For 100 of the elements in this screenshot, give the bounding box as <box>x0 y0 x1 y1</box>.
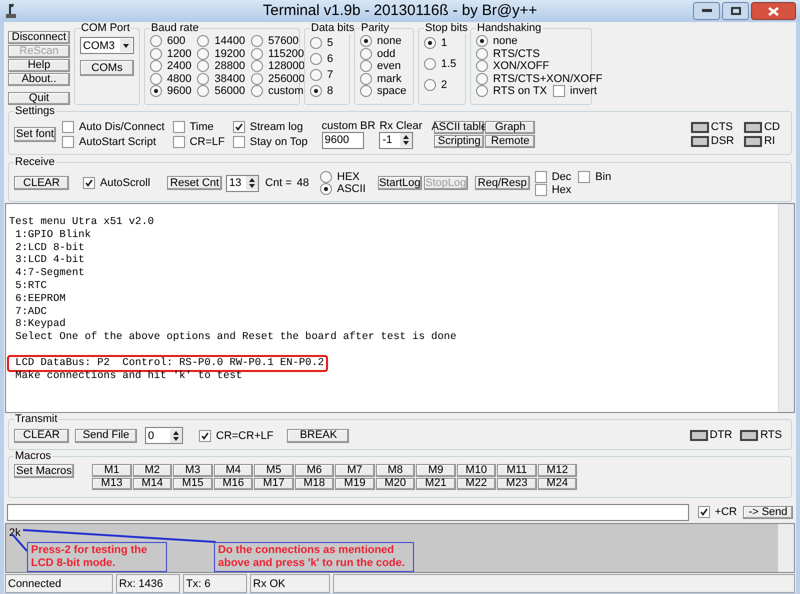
radio-button[interactable] <box>476 72 488 85</box>
checkbox[interactable] <box>172 120 185 132</box>
radio-button[interactable] <box>197 35 210 48</box>
send-button[interactable]: -> Send <box>743 506 793 518</box>
macro-button[interactable]: M9 <box>416 464 456 476</box>
radio-button[interactable] <box>150 48 162 60</box>
count-spinner[interactable]: 13 <box>226 174 260 192</box>
macro-button[interactable]: M14 <box>132 478 172 490</box>
settings-button[interactable]: Graph <box>485 120 536 134</box>
radio-button[interactable] <box>360 85 372 98</box>
macro-button[interactable]: M12 <box>538 464 577 476</box>
radio-button[interactable] <box>320 183 332 195</box>
custom-br-field[interactable]: 9600 <box>322 132 364 148</box>
checkbox[interactable] <box>534 184 547 196</box>
radio-button[interactable] <box>251 60 264 72</box>
macro-button[interactable]: M16 <box>214 478 253 490</box>
radio-button[interactable] <box>360 72 372 85</box>
radio-button[interactable] <box>150 85 162 98</box>
coms-button[interactable]: COMs <box>80 60 134 76</box>
checkbox[interactable] <box>172 136 185 148</box>
close-button[interactable] <box>751 2 796 20</box>
clear-button[interactable]: CLEAR <box>14 176 69 190</box>
req-resp-button[interactable]: Req/Resp <box>474 176 530 190</box>
scrollbar[interactable] <box>778 524 794 572</box>
minimize-button[interactable] <box>693 2 720 20</box>
macro-button[interactable]: M21 <box>416 478 456 490</box>
macro-button[interactable]: M2 <box>132 464 172 476</box>
checkbox[interactable] <box>199 430 211 442</box>
radio-button[interactable] <box>476 85 488 98</box>
checkbox[interactable] <box>698 506 710 518</box>
checkbox[interactable] <box>578 170 590 182</box>
radio-button[interactable] <box>197 72 210 85</box>
maximize-button[interactable] <box>722 2 749 20</box>
macro-button[interactable]: M15 <box>173 478 212 490</box>
macro-button[interactable]: M4 <box>214 464 253 476</box>
radio-button[interactable] <box>251 35 264 48</box>
break-button[interactable]: BREAK <box>287 428 350 442</box>
radio-button[interactable] <box>424 78 436 90</box>
macro-button[interactable]: M18 <box>294 478 334 490</box>
checkbox[interactable] <box>534 170 547 182</box>
radio-button[interactable] <box>476 35 488 48</box>
reset-count-button[interactable]: Reset Cnt <box>167 176 222 190</box>
radio-button[interactable] <box>310 52 322 64</box>
radio-button[interactable] <box>310 68 322 80</box>
radio-button[interactable] <box>476 48 488 60</box>
radio-button[interactable] <box>476 60 488 72</box>
macro-button[interactable]: M19 <box>335 478 374 490</box>
com-port-dropdown[interactable]: COM3 <box>80 37 134 54</box>
connection-button[interactable]: Quit <box>8 92 70 105</box>
radio-button[interactable] <box>424 58 436 70</box>
macro-button[interactable]: M10 <box>456 464 496 476</box>
radio-button[interactable] <box>197 85 210 98</box>
macro-button[interactable]: M24 <box>538 478 577 490</box>
radio-button[interactable] <box>150 72 162 85</box>
send-file-button[interactable]: Send File <box>75 428 137 442</box>
radio-button[interactable] <box>310 36 322 48</box>
radio-button[interactable] <box>150 35 162 48</box>
rx-clear-spinner[interactable]: -1 <box>379 132 414 148</box>
checkbox[interactable] <box>232 120 245 132</box>
radio-button[interactable] <box>197 60 210 72</box>
radio-button[interactable] <box>360 60 372 72</box>
macro-button[interactable]: M3 <box>173 464 212 476</box>
radio-button[interactable] <box>360 35 372 48</box>
macro-button[interactable]: M1 <box>92 464 132 476</box>
macro-button[interactable]: M5 <box>254 464 294 476</box>
settings-button[interactable]: Scripting <box>434 134 484 148</box>
radio-button[interactable] <box>360 48 372 60</box>
radio-button[interactable] <box>320 171 332 183</box>
checkbox[interactable] <box>232 136 245 148</box>
macro-button[interactable]: M17 <box>254 478 294 490</box>
set-font-button[interactable]: Set font <box>14 126 56 142</box>
send-input-field[interactable] <box>7 504 689 520</box>
log-button[interactable]: StartLog <box>378 176 422 190</box>
macro-button[interactable]: M8 <box>376 464 415 476</box>
settings-button[interactable]: Remote <box>485 134 536 148</box>
clear-button[interactable]: CLEAR <box>14 428 69 442</box>
macro-button[interactable]: M11 <box>497 464 536 476</box>
macro-button[interactable]: M13 <box>92 478 132 490</box>
checkbox[interactable] <box>62 136 74 148</box>
macro-button[interactable]: M23 <box>497 478 536 490</box>
radio-button[interactable] <box>150 60 162 72</box>
connection-button[interactable]: Disconnect <box>8 31 70 44</box>
radio-button[interactable] <box>251 85 264 98</box>
connection-button[interactable]: About.. <box>8 73 70 86</box>
macro-button[interactable]: M20 <box>376 478 415 490</box>
set-macros-button[interactable]: Set Macros <box>14 464 74 478</box>
checkbox[interactable] <box>62 120 74 132</box>
scrollbar[interactable] <box>778 204 794 412</box>
macro-button[interactable]: M22 <box>456 478 496 490</box>
checkbox[interactable] <box>553 85 566 98</box>
macro-button[interactable]: M6 <box>294 464 334 476</box>
radio-button[interactable] <box>424 36 436 48</box>
checkbox[interactable] <box>83 177 95 189</box>
connection-button[interactable]: Help <box>8 59 70 72</box>
radio-button[interactable] <box>251 72 264 85</box>
radio-button[interactable] <box>197 48 210 60</box>
macro-button[interactable]: M7 <box>335 464 374 476</box>
file-count-spinner[interactable]: 0 <box>145 427 183 444</box>
radio-button[interactable] <box>251 48 264 60</box>
radio-button[interactable] <box>310 84 322 96</box>
